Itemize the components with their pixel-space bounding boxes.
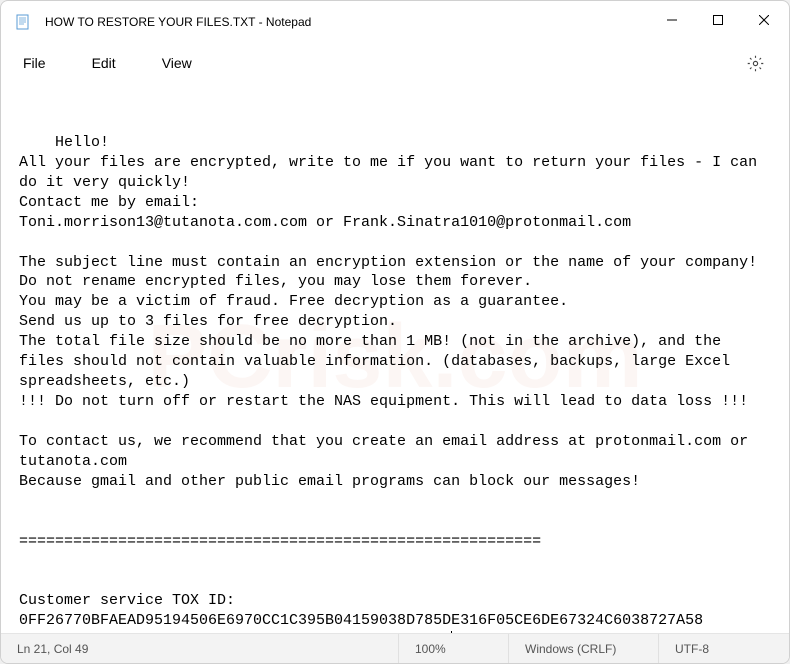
window-title: HOW TO RESTORE YOUR FILES.TXT - Notepad — [45, 15, 649, 29]
close-button[interactable] — [741, 1, 787, 39]
editor-content: Hello! All your files are encrypted, wri… — [19, 134, 766, 633]
status-position[interactable]: Ln 21, Col 49 — [1, 634, 399, 663]
status-zoom[interactable]: 100% — [399, 634, 509, 663]
titlebar: HOW TO RESTORE YOUR FILES.TXT - Notepad — [1, 1, 789, 43]
settings-button[interactable] — [739, 47, 771, 79]
notepad-window: HOW TO RESTORE YOUR FILES.TXT - Notepad … — [0, 0, 790, 664]
status-line-ending[interactable]: Windows (CRLF) — [509, 634, 659, 663]
menu-file[interactable]: File — [13, 49, 66, 77]
menu-view[interactable]: View — [152, 49, 212, 77]
status-encoding[interactable]: UTF-8 — [659, 634, 789, 663]
app-icon — [15, 14, 31, 30]
menubar: File Edit View — [1, 43, 789, 83]
maximize-button[interactable] — [695, 1, 741, 39]
window-controls — [649, 1, 789, 43]
text-editor[interactable]: PCrisk.com Hello! All your files are enc… — [1, 83, 789, 633]
statusbar: Ln 21, Col 49 100% Windows (CRLF) UTF-8 — [1, 633, 789, 663]
menu-edit[interactable]: Edit — [82, 49, 136, 77]
text-cursor — [451, 631, 452, 633]
minimize-button[interactable] — [649, 1, 695, 39]
